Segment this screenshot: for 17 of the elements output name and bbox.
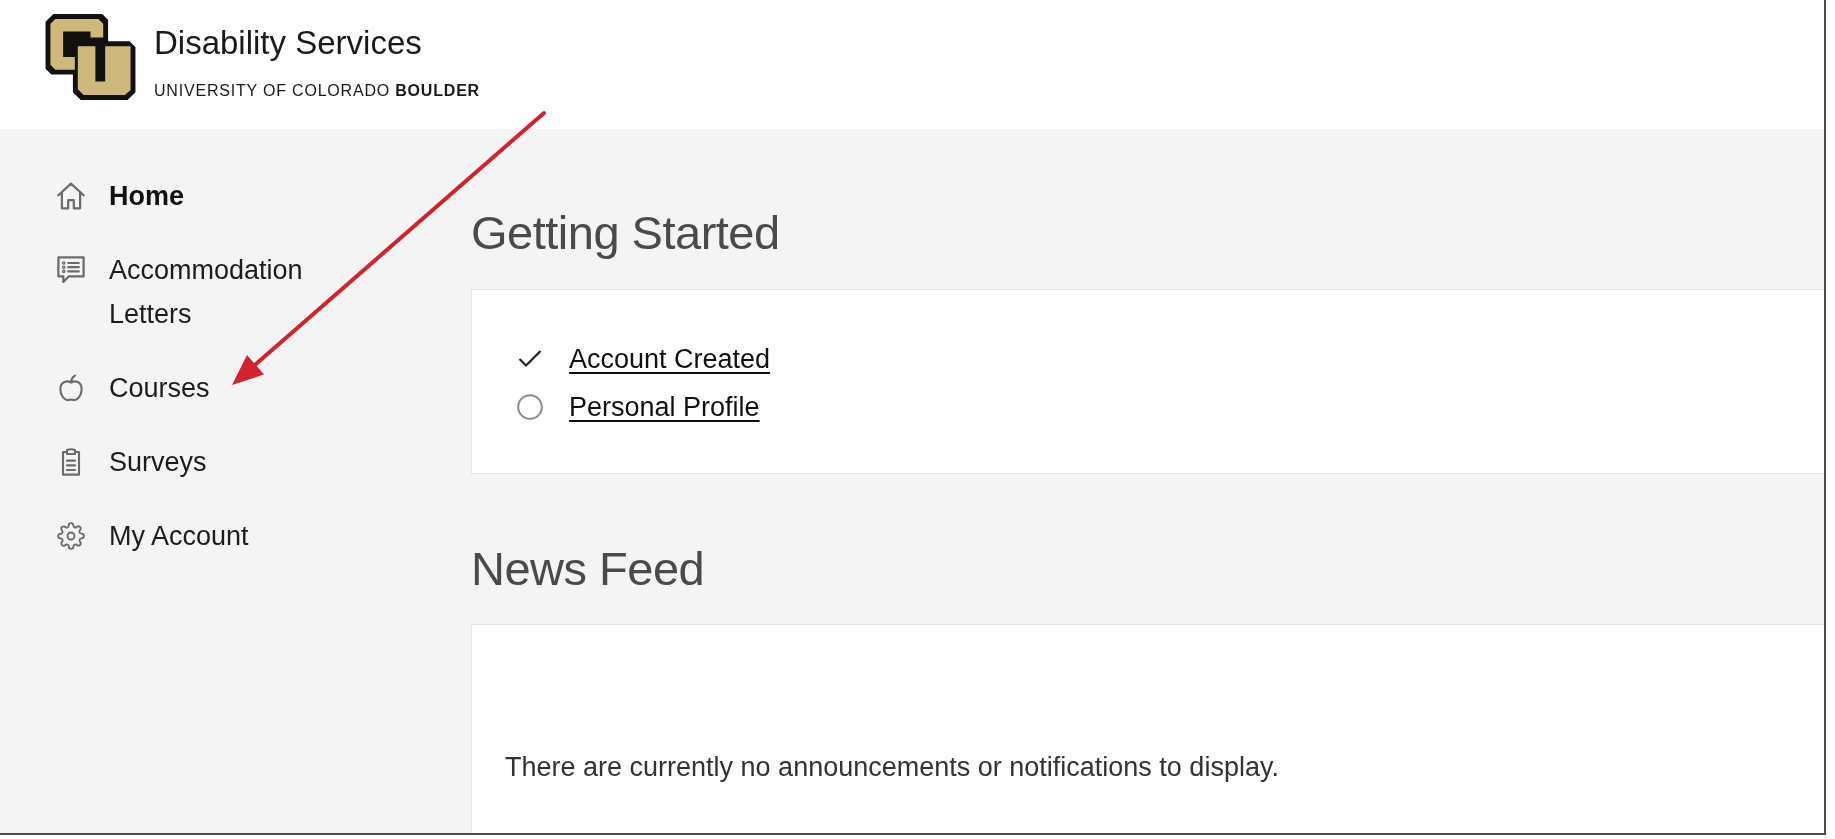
empty-message: There are currently no announcements or notifications to display. [505,751,1279,785]
logo-icon [45,14,136,100]
nav-link[interactable]: Surveys [57,440,207,484]
section-heading: News Feed [471,540,705,597]
nav-link[interactable]: My Account [57,514,249,558]
nav-link[interactable]: Courses [57,366,210,410]
apple-icon [57,374,85,402]
checklist-link[interactable]: Personal Profile [569,390,760,423]
nav-link[interactable]: Accommodation Letters [57,248,349,336]
nav-link[interactable]: Home [57,174,184,218]
site-subtitle: UNIVERSITY OF COLORADO BOULDER [154,81,480,100]
checklist-link[interactable]: Account Created [569,342,771,375]
site-title: Disability Services [154,23,422,63]
settings-icon [57,522,85,550]
speech-bubble-icon [57,256,85,284]
home-icon [57,182,85,210]
section-heading: Getting Started [471,205,780,261]
